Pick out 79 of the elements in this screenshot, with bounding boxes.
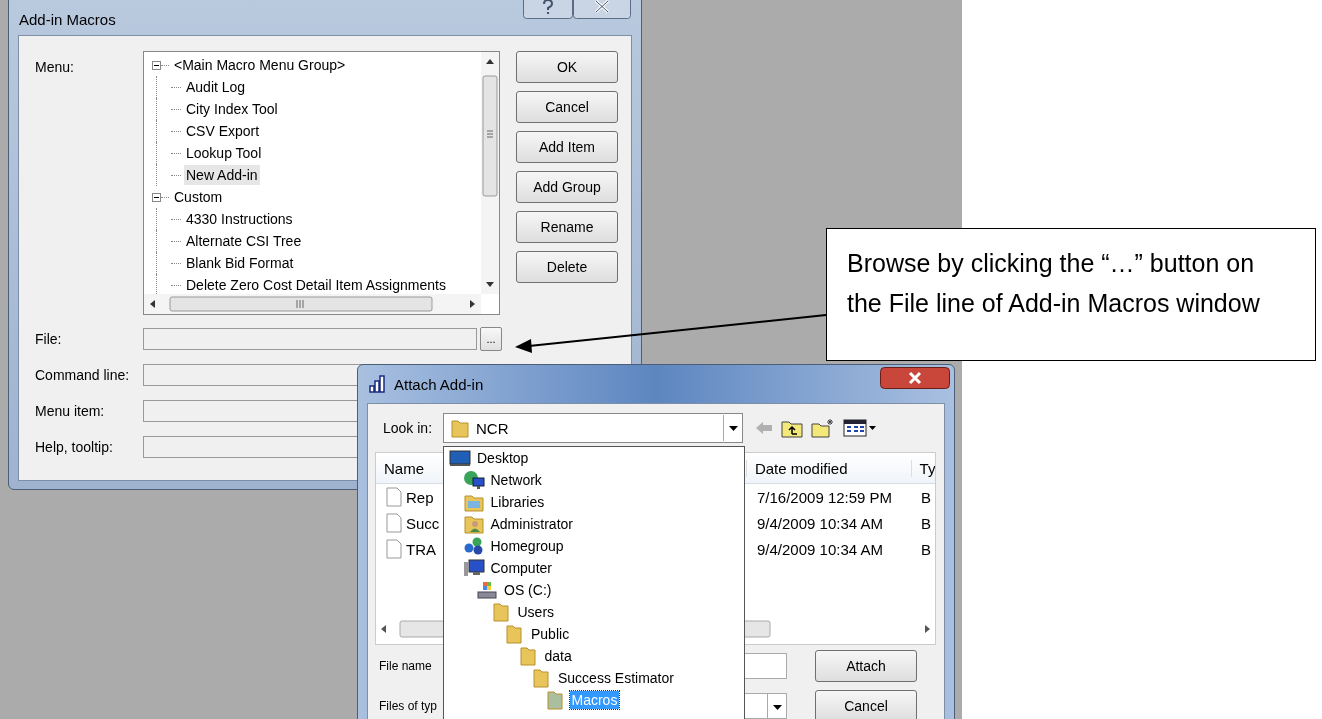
new-folder-icon[interactable]: [811, 418, 835, 438]
window-title: Add-in Macros: [19, 10, 116, 28]
input-field[interactable]: [143, 328, 477, 350]
browse-button[interactable]: ...: [480, 327, 502, 351]
tree-item[interactable]: CSV Export: [184, 121, 262, 141]
tree-item[interactable]: 4330 Instructions: [184, 209, 295, 229]
close-icon[interactable]: [573, 0, 631, 19]
homegroup-icon: [462, 536, 485, 556]
folder-icon: [530, 668, 552, 688]
folder-list-item[interactable]: Network: [488, 471, 544, 489]
computer-icon: [462, 558, 485, 578]
folder-icon: [450, 417, 470, 439]
tree-item[interactable]: Blank Bid Format: [184, 253, 296, 273]
file-name-label: File name: [378, 659, 433, 673]
tree-item[interactable]: Delete Zero Cost Detail Item Assignments: [184, 275, 448, 294]
folder-list-item[interactable]: Administrator: [488, 515, 575, 533]
tree-item[interactable]: Lookup Tool: [184, 143, 264, 163]
folder-list-item[interactable]: data: [542, 647, 574, 665]
folder-list-item[interactable]: Homegroup: [488, 537, 566, 555]
folder-list-item[interactable]: Users: [515, 603, 557, 621]
help-icon[interactable]: [523, 0, 573, 19]
field-label: Menu item:: [35, 403, 106, 419]
tree-item[interactable]: Alternate CSI Tree: [184, 231, 304, 251]
network-icon: [462, 470, 485, 490]
file-date: 7/16/2009 12:59 PM: [756, 488, 894, 506]
file-name[interactable]: Succ: [406, 514, 440, 532]
dialog-button[interactable]: Delete: [516, 251, 618, 283]
window-title: Attach Add-in: [394, 375, 484, 393]
field-label: Help, tooltip:: [35, 439, 114, 455]
collapse-icon[interactable]: [152, 60, 161, 70]
file-date: 9/4/2009 10:34 AM: [756, 540, 884, 558]
collapse-icon[interactable]: [152, 192, 161, 202]
folder-list-item[interactable]: Desktop: [475, 449, 531, 467]
file-type: B: [920, 540, 931, 558]
menu-label: Menu:: [35, 59, 75, 75]
folder-list-item[interactable]: Computer: [488, 559, 554, 577]
libraries-icon: [462, 492, 485, 512]
look-in-dropdown[interactable]: NCR: [443, 413, 743, 443]
field-label: Command line:: [35, 367, 131, 383]
folder-list-item[interactable]: Public: [529, 625, 572, 643]
file-name[interactable]: TRA: [406, 540, 436, 558]
drive-icon: [476, 580, 498, 600]
tree-item[interactable]: City Index Tool: [184, 99, 280, 119]
tree-item[interactable]: Audit Log: [184, 77, 248, 97]
horizontal-scrollbar[interactable]: [144, 294, 481, 314]
close-icon[interactable]: [880, 367, 950, 389]
file-date: 9/4/2009 10:34 AM: [756, 514, 884, 532]
attach-button[interactable]: Attach: [815, 650, 917, 682]
vertical-scrollbar[interactable]: [481, 52, 499, 294]
tree-item[interactable]: New Add-in: [184, 165, 260, 185]
folder-list-item[interactable]: Libraries: [488, 493, 547, 511]
tree-item[interactable]: Custom: [172, 187, 225, 207]
folder-list-item[interactable]: OS (C:): [502, 581, 554, 599]
file-icon: [386, 487, 402, 507]
file-icon: [386, 539, 402, 559]
caret-icon: [728, 425, 738, 431]
folder-list-item[interactable]: Success Estimator: [556, 669, 676, 687]
dialog-button[interactable]: Cancel: [516, 91, 618, 123]
column-header[interactable]: Ty: [910, 459, 935, 477]
callout-text: Browse by clicking the “…” button on the File line of Add-in Macros window: [847, 249, 1260, 317]
dialog-button[interactable]: OK: [516, 51, 618, 83]
file-name[interactable]: Rep: [406, 488, 434, 506]
dialog-button[interactable]: Add Group: [516, 171, 618, 203]
dialog-button[interactable]: Rename: [516, 211, 618, 243]
look-in-label: Look in:: [382, 420, 434, 436]
user-icon: [462, 514, 485, 534]
caret-icon: [772, 704, 782, 710]
field-label: File:: [35, 331, 63, 347]
file-type: B: [920, 488, 931, 506]
file-icon: [386, 513, 402, 533]
view-menu-icon[interactable]: [843, 418, 877, 438]
tree-item[interactable]: <Main Macro Menu Group>: [172, 55, 348, 75]
cancel-button[interactable]: Cancel: [815, 690, 917, 719]
up-folder-icon[interactable]: [781, 418, 803, 438]
folder-icon: [503, 624, 525, 644]
bar-chart-icon: [368, 374, 388, 394]
files-of-type-label: Files of typ: [378, 699, 439, 713]
dialog-button[interactable]: Add Item: [516, 131, 618, 163]
file-type: B: [920, 514, 931, 532]
